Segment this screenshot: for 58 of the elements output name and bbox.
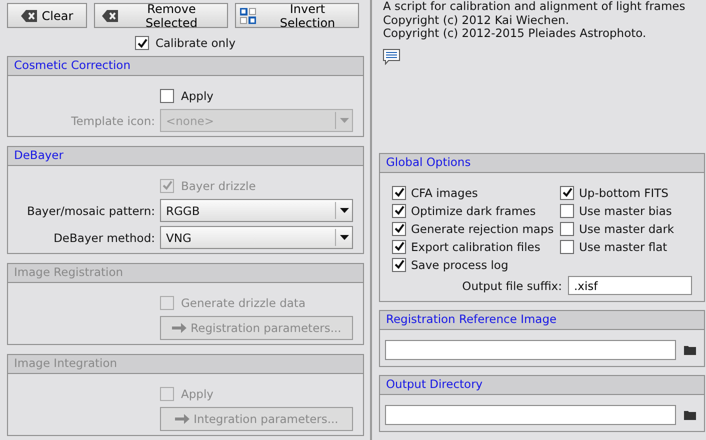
checkbox-label: Use master dark (579, 222, 674, 236)
caret-icon (340, 208, 348, 213)
checkbox[interactable] (392, 204, 406, 218)
arrow-right-icon (174, 413, 190, 425)
checkbox[interactable] (560, 186, 574, 200)
section-title: Output Directory (386, 377, 483, 391)
field-label: Output file suffix: (462, 278, 562, 292)
path-input[interactable] (385, 405, 676, 425)
toolbar-button[interactable]: Invert Selection (235, 3, 359, 28)
checkbox-label: Save process log (411, 258, 508, 272)
checkbox[interactable] (392, 222, 406, 236)
checkbox-label: Use master flat (579, 240, 668, 254)
arrow-right-icon (172, 322, 187, 334)
caret-icon (340, 235, 348, 240)
backspace-icon (102, 10, 118, 22)
folder-icon[interactable] (684, 410, 696, 420)
checkbox[interactable] (560, 204, 574, 218)
checkbox-label: Generate rejection maps (411, 222, 554, 236)
checkbox[interactable] (160, 88, 174, 102)
field-label: Bayer/mosaic pattern: (26, 204, 155, 218)
checkbox-label: CFA images (411, 186, 478, 200)
checkbox-label: Calibrate only (155, 36, 236, 50)
checkbox-label: Use master bias (579, 204, 672, 218)
grid-squares-icon (240, 8, 256, 24)
dropdown[interactable]: RGGB (160, 199, 353, 222)
field-label: Template icon: (70, 114, 155, 128)
checkbox[interactable] (392, 258, 406, 272)
backspace-icon (20, 10, 37, 22)
comment-icon[interactable] (383, 48, 400, 64)
checkbox[interactable] (560, 222, 574, 236)
toolbar-button[interactable]: Clear (7, 3, 87, 28)
section-title: Registration Reference Image (386, 312, 557, 326)
checkbox-label: Bayer drizzle (181, 178, 256, 192)
section-title: Image Registration (14, 265, 124, 279)
suffix-input[interactable]: .xisf (568, 276, 692, 295)
checkbox[interactable] (560, 240, 574, 254)
checkbox-label: Optimize dark frames (411, 204, 536, 218)
checkbox-label: Apply (181, 386, 214, 400)
dropdown[interactable]: VNG (160, 226, 353, 249)
about-text: Copyright (c) 2012 Kai Wiechen. (383, 14, 570, 27)
toolbar-button[interactable]: Remove Selected (94, 3, 228, 28)
caret-icon (340, 118, 348, 123)
checkbox[interactable] (392, 240, 406, 254)
about-text: A script for calibration and alignment of light frames (383, 0, 686, 14)
checkbox-label: Export calibration files (411, 240, 540, 254)
section-title: Cosmetic Correction (14, 58, 131, 72)
checkbox[interactable] (392, 186, 406, 200)
checkbox-label: Apply (181, 88, 214, 102)
section-title: Global Options (386, 155, 471, 169)
section-title: Image Integration (14, 356, 118, 370)
field-label: DeBayer method: (52, 230, 155, 244)
folder-icon[interactable] (684, 345, 696, 355)
path-input[interactable] (385, 340, 676, 360)
about-text: Copyright (c) 2012-2015 Pleiades Astrophoto. (383, 27, 648, 40)
checkbox-label: Up-bottom FITS (579, 186, 668, 200)
checkbox[interactable] (135, 36, 150, 50)
checkbox-label: Generate drizzle data (181, 296, 306, 310)
section-title: DeBayer (14, 148, 64, 162)
